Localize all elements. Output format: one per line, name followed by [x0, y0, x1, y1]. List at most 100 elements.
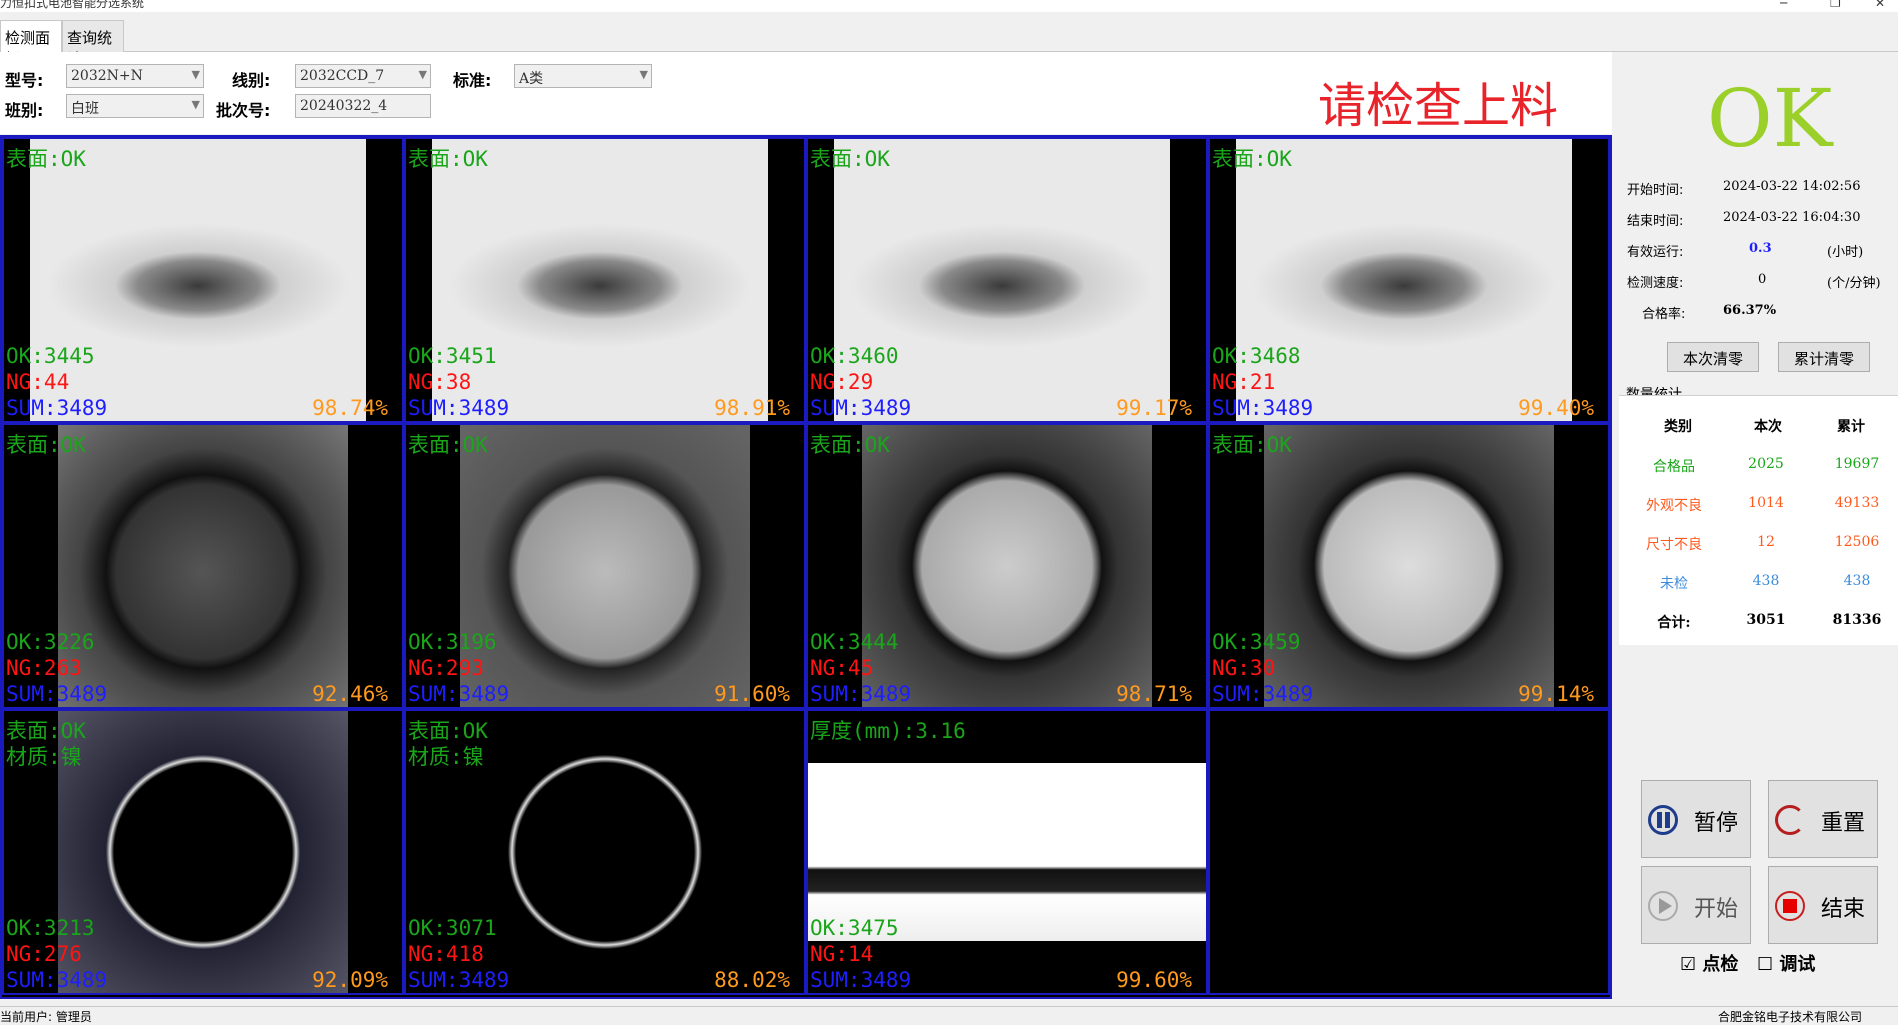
pass-rate: 99.14%: [1518, 682, 1594, 706]
pass-rate-row: 合格率: 66.37%: [1642, 303, 1776, 322]
title-bar: 力恒扣式电池智能分选系统 ─ ❐ ✕: [0, 0, 1898, 12]
stats-header-category: 类别: [1664, 419, 1692, 435]
battery-image: [58, 711, 348, 993]
speed-row: 检测速度: 0 (个/分钟): [1627, 272, 1881, 291]
stats-current: 2025: [1748, 456, 1784, 472]
sum-count: SUM:3489: [6, 682, 108, 706]
model-label: 型号:: [5, 71, 44, 90]
reset-label: 重置: [1821, 811, 1866, 836]
spot-check-checkbox[interactable]: ☑ 点检: [1680, 950, 1738, 976]
stats-category: 合计:: [1657, 615, 1691, 631]
tab-query-stats[interactable]: 查询统计: [62, 20, 124, 68]
stats-header-total: 累计: [1837, 419, 1865, 435]
start-time-row: 开始时间: 2024-03-22 14:02:56: [1627, 179, 1860, 198]
batch-label: 批次号:: [216, 101, 271, 120]
ng-count: NG:44: [6, 370, 70, 394]
close-icon[interactable]: ✕: [1875, 0, 1885, 10]
stats-current: 3051: [1746, 612, 1786, 628]
stats-category: 未检: [1660, 576, 1688, 592]
pass-rate: 88.02%: [714, 968, 790, 992]
ng-count: NG:45: [810, 656, 874, 680]
battery-image: [1236, 139, 1572, 421]
runtime-label: 有效运行:: [1627, 245, 1684, 260]
battery-image: [834, 139, 1170, 421]
reset-button[interactable]: 重置: [1768, 780, 1878, 858]
camera-view-7: 表面:OK OK:3444 NG:45 SUM:3489 98.71%: [806, 423, 1208, 709]
sum-count: SUM:3489: [810, 396, 912, 420]
checkbox-checked-icon: ☑: [1680, 954, 1697, 975]
start-button[interactable]: 开始: [1641, 866, 1751, 944]
ok-count: OK:3451: [408, 344, 497, 368]
camera-view-10: 表面:OK 材质:镍 OK:3071 NG:418 SUM:3489 88.02%: [404, 709, 806, 995]
shift-label: 班别:: [5, 101, 44, 120]
stats-category: 外观不良: [1646, 498, 1702, 514]
camera-view-8: 表面:OK OK:3459 NG:30 SUM:3489 99.14%: [1208, 423, 1610, 709]
pass-rate: 92.46%: [312, 682, 388, 706]
camera-view-empty: [1208, 709, 1610, 995]
end-time-value: 2024-03-22 16:04:30: [1723, 210, 1861, 225]
clear-current-button[interactable]: 本次清零: [1667, 342, 1759, 372]
stats-category: 合格品: [1653, 459, 1695, 475]
ng-count: NG:29: [810, 370, 874, 394]
stop-button[interactable]: 结束: [1768, 866, 1878, 944]
start-time-value: 2024-03-22 14:02:56: [1723, 179, 1861, 194]
minimize-icon[interactable]: ─: [1780, 0, 1787, 10]
line-value: 2032CCD_7: [300, 68, 385, 84]
inspection-label: 表面:OK: [6, 147, 86, 171]
stats-total: 19697: [1834, 456, 1880, 472]
side-panel: OK 开始时间: 2024-03-22 14:02:56 结束时间: 2024-03…: [1617, 52, 1898, 1002]
stop-label: 结束: [1821, 897, 1866, 922]
chevron-down-icon: ▼: [639, 68, 648, 81]
camera-view-1: 表面:OK OK:3445 NG:44 SUM:3489 98.74%: [2, 137, 404, 423]
camera-view-9: 表面:OK 材质:镍 OK:3213 NG:276 SUM:3489 92.09%: [2, 709, 404, 995]
model-value: 2032N+N: [71, 68, 143, 84]
line-select[interactable]: 2032CCD_7 ▼: [295, 64, 431, 88]
model-select[interactable]: 2032N+N ▼: [66, 64, 204, 88]
speed-label: 检测速度:: [1627, 276, 1684, 291]
ok-count: OK:3459: [1212, 630, 1301, 654]
sum-count: SUM:3489: [408, 968, 510, 992]
stats-total: 12506: [1834, 534, 1880, 550]
battery-image: [460, 425, 750, 707]
checkbox-unchecked-icon: ☐: [1757, 954, 1774, 975]
current-user: 当前用户: 管理员: [0, 1010, 92, 1024]
stats-header-current: 本次: [1754, 419, 1782, 435]
sum-count: SUM:3489: [408, 682, 510, 706]
reset-icon: [1775, 805, 1805, 835]
camera-view-2: 表面:OK OK:3451 NG:38 SUM:3489 98.91%: [404, 137, 806, 423]
sum-count: SUM:3489: [1212, 682, 1314, 706]
tab-detection-panel[interactable]: 检测面板: [0, 20, 62, 68]
stats-total: 81336: [1832, 612, 1882, 628]
batch-input[interactable]: 20240322_4: [295, 94, 431, 118]
stats-total: 438: [1843, 573, 1871, 589]
ok-count: OK:3475: [810, 916, 899, 940]
material-label: 材质:镍: [408, 745, 484, 769]
ng-count: NG:38: [408, 370, 472, 394]
company-name: 合肥金铭电子技术有限公司: [1718, 1010, 1863, 1024]
clear-total-button[interactable]: 累计清零: [1778, 342, 1870, 372]
stats-current: 1014: [1748, 495, 1784, 511]
ng-count: NG:21: [1212, 370, 1276, 394]
standard-label: 标准:: [453, 71, 492, 90]
ng-count: NG:418: [408, 942, 484, 966]
camera-view-3: 表面:OK OK:3460 NG:29 SUM:3489 99.17%: [806, 137, 1208, 423]
pause-button[interactable]: 暂停: [1641, 780, 1751, 858]
stats-table: 类别 本次 累计 合格品 2025 19697 外观不良 1014 49133 尺寸不良 12…: [1619, 395, 1898, 645]
pass-rate: 99.40%: [1518, 396, 1594, 420]
maximize-icon[interactable]: ❐: [1830, 0, 1841, 10]
end-time-label: 结束时间:: [1627, 214, 1684, 229]
pass-rate-label: 合格率:: [1642, 307, 1686, 322]
ok-count: OK:3226: [6, 630, 95, 654]
shift-value: 白班: [71, 101, 99, 117]
shift-select[interactable]: 白班 ▼: [66, 94, 204, 118]
pause-icon: [1648, 805, 1678, 835]
standard-select[interactable]: A类 ▼: [514, 64, 652, 88]
start-time-label: 开始时间:: [1627, 183, 1684, 198]
start-label: 开始: [1694, 897, 1739, 922]
debug-checkbox[interactable]: ☐ 调试: [1757, 950, 1815, 976]
ok-count: OK:3468: [1212, 344, 1301, 368]
speed-value: 0: [1758, 272, 1767, 287]
inspection-label: 表面:OK: [6, 433, 86, 457]
sum-count: SUM:3489: [810, 682, 912, 706]
pass-rate: 99.17%: [1116, 396, 1192, 420]
